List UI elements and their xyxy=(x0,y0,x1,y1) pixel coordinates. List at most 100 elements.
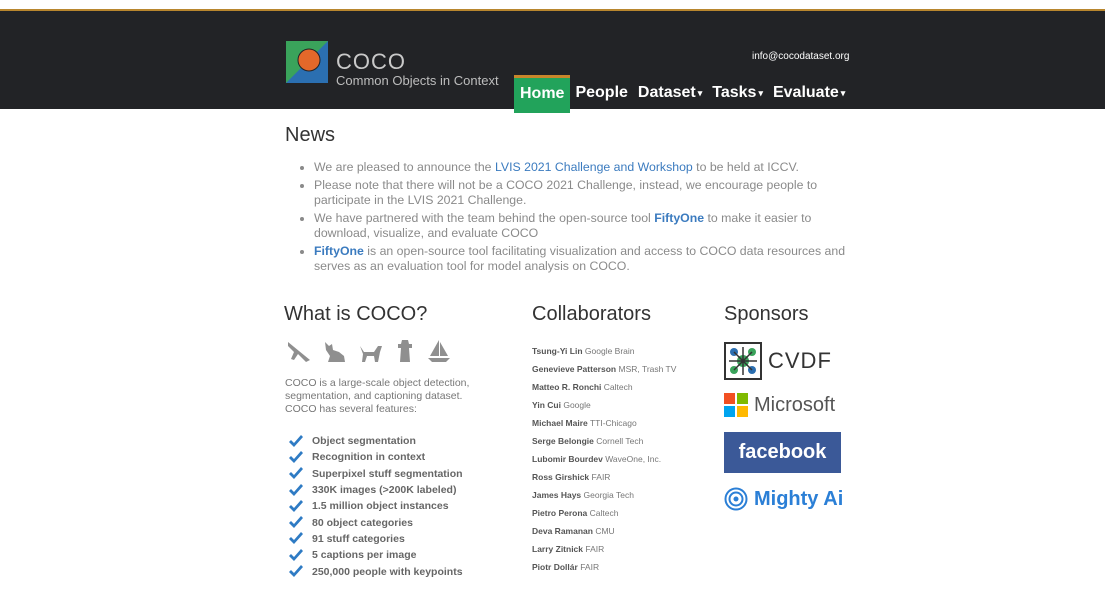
collaborators-list: Tsung-Yi Lin Google Brain Genevieve Patt… xyxy=(532,345,676,579)
fiftyone-link[interactable]: FiftyOne xyxy=(314,244,364,258)
site-header: COCO Common Objects in Context info@coco… xyxy=(0,11,1105,113)
news-text: Please note that there will not be a COC… xyxy=(314,177,818,208)
collaborator-org: WaveOne, Inc. xyxy=(605,454,662,464)
nav-home[interactable]: Home xyxy=(514,75,571,113)
cvdf-emblem-icon xyxy=(724,342,762,380)
collaborator-item: Genevieve Patterson MSR, Trash TV xyxy=(532,363,676,381)
fiftyone-link[interactable]: FiftyOne xyxy=(654,211,704,225)
news-item: Please note that there will not be a COC… xyxy=(314,178,860,209)
feature-label: 91 stuff categories xyxy=(312,532,405,545)
nav-evaluate[interactable]: Evaluate ▾ xyxy=(768,75,850,113)
collaborator-name: James Hays xyxy=(532,490,582,500)
news-text: is an open-source tool facilitating visu… xyxy=(314,243,846,274)
collaborator-name: Yin Cui xyxy=(532,400,561,410)
collaborator-item: Pietro Perona Caltech xyxy=(532,507,676,525)
microsoft-sponsor-logo[interactable]: Microsoft xyxy=(724,393,835,417)
facebook-sponsor-logo[interactable]: facebook xyxy=(724,432,841,473)
checkmark-icon xyxy=(289,565,303,578)
collaborator-org: MSR, Trash TV xyxy=(618,364,677,374)
news-text: to be held at ICCV. xyxy=(692,160,799,174)
checkmark-icon xyxy=(289,548,303,561)
microsoft-label: Microsoft xyxy=(754,393,836,416)
main-nav: Home People Dataset ▾ Tasks ▾ Evaluate ▾ xyxy=(514,75,850,113)
checkmark-icon xyxy=(289,516,303,529)
collaborator-name: Serge Belongie xyxy=(532,436,594,446)
nav-people[interactable]: People xyxy=(570,75,632,113)
collaborator-item: James Hays Georgia Tech xyxy=(532,489,676,507)
brand-title[interactable]: COCO xyxy=(336,49,406,75)
contact-email-link[interactable]: info@cocodataset.org xyxy=(752,51,849,62)
collaborator-item: Deva Ramanan CMU xyxy=(532,525,676,543)
nav-tasks[interactable]: Tasks ▾ xyxy=(707,75,768,113)
nav-dataset[interactable]: Dataset ▾ xyxy=(633,75,707,113)
airplane-icon xyxy=(288,342,310,362)
dog-icon xyxy=(360,346,382,362)
mighty-ai-sponsor-logo[interactable]: Mighty Ai xyxy=(724,487,843,511)
collaborator-org: Google xyxy=(563,400,591,410)
cvdf-label: CVDF xyxy=(768,348,832,373)
feature-item: 5 captions per image xyxy=(288,547,463,563)
collaborator-org: Caltech xyxy=(589,508,619,518)
collaborator-item: Lubomir Bourdev WaveOne, Inc. xyxy=(532,453,676,471)
collaborator-item: Tsung-Yi Lin Google Brain xyxy=(532,345,676,363)
collaborator-name: Ross Girshick xyxy=(532,472,590,482)
collaborator-name: Matteo R. Ronchi xyxy=(532,382,602,392)
feature-item: Superpixel stuff segmentation xyxy=(288,466,463,482)
feature-list: Object segmentation Recognition in conte… xyxy=(288,433,463,580)
collaborator-name: Deva Ramanan xyxy=(532,526,593,536)
news-item: FiftyOne is an open-source tool facilita… xyxy=(314,244,860,275)
collaborator-item: Serge Belongie Cornell Tech xyxy=(532,435,676,453)
feature-label: 80 object categories xyxy=(312,516,413,529)
checkmark-icon xyxy=(289,499,303,512)
fire-hydrant-icon xyxy=(398,340,412,362)
collaborator-name: Larry Zitnick xyxy=(532,544,584,554)
collaborator-name: Pietro Perona xyxy=(532,508,588,518)
collaborator-org: Georgia Tech xyxy=(583,490,634,500)
collaborator-name: Michael Maire xyxy=(532,418,588,428)
collaborator-name: Piotr Dollár xyxy=(532,562,578,572)
category-icons xyxy=(286,338,452,364)
collaborator-item: Michael Maire TTI-Chicago xyxy=(532,417,676,435)
nav-tasks-label: Tasks xyxy=(712,84,757,102)
collaborator-org: Cornell Tech xyxy=(596,436,644,446)
chevron-down-icon: ▾ xyxy=(758,88,763,98)
collaborator-org: Caltech xyxy=(603,382,633,392)
collaborator-org: FAIR xyxy=(591,472,611,482)
nav-home-label: Home xyxy=(520,85,565,102)
sponsors-heading: Sponsors xyxy=(724,303,809,325)
feature-item: 250,000 people with keypoints xyxy=(288,563,463,579)
news-item: We have partnered with the team behind t… xyxy=(314,211,860,242)
sailboat-icon xyxy=(428,340,450,362)
cvdf-sponsor-logo[interactable]: CVDF xyxy=(724,342,832,380)
feature-item: Recognition in context xyxy=(288,449,463,465)
checkmark-icon xyxy=(289,483,303,496)
collaborators-heading: Collaborators xyxy=(532,303,651,325)
feature-item: 91 stuff categories xyxy=(288,531,463,547)
checkmark-icon xyxy=(289,450,303,463)
feature-item: Object segmentation xyxy=(288,433,463,449)
news-heading: News xyxy=(285,124,336,146)
feature-label: Superpixel stuff segmentation xyxy=(312,467,463,480)
lvis-challenge-link[interactable]: LVIS 2021 Challenge and Workshop xyxy=(495,160,693,174)
feature-label: Object segmentation xyxy=(312,435,416,448)
chevron-down-icon: ▾ xyxy=(840,88,846,98)
mighty-ai-label: Mighty Ai xyxy=(754,487,844,510)
feature-label: 1.5 million object instances xyxy=(312,500,449,513)
collaborator-item: Matteo R. Ronchi Caltech xyxy=(532,381,676,399)
microsoft-logo-icon xyxy=(724,393,748,417)
collaborator-item: Piotr Dollár FAIR xyxy=(532,561,676,579)
mighty-ai-logo-icon xyxy=(724,487,748,511)
news-list: We are pleased to announce the LVIS 2021… xyxy=(298,160,860,277)
collaborator-org: FAIR xyxy=(585,544,605,554)
feature-item: 1.5 million object instances xyxy=(288,498,463,514)
feature-label: Recognition in context xyxy=(312,451,426,464)
feature-label: 5 captions per image xyxy=(312,549,417,562)
collaborator-item: Yin Cui Google xyxy=(532,399,676,417)
nav-dataset-label: Dataset xyxy=(637,84,696,102)
feature-item: 330K images (>200K labeled) xyxy=(288,482,463,498)
collaborator-org: CMU xyxy=(595,526,615,536)
collaborator-org: TTI-Chicago xyxy=(589,418,637,428)
coco-logo-icon[interactable] xyxy=(286,41,328,83)
nav-people-label: People xyxy=(575,84,628,101)
feature-label: 330K images (>200K labeled) xyxy=(312,484,457,497)
